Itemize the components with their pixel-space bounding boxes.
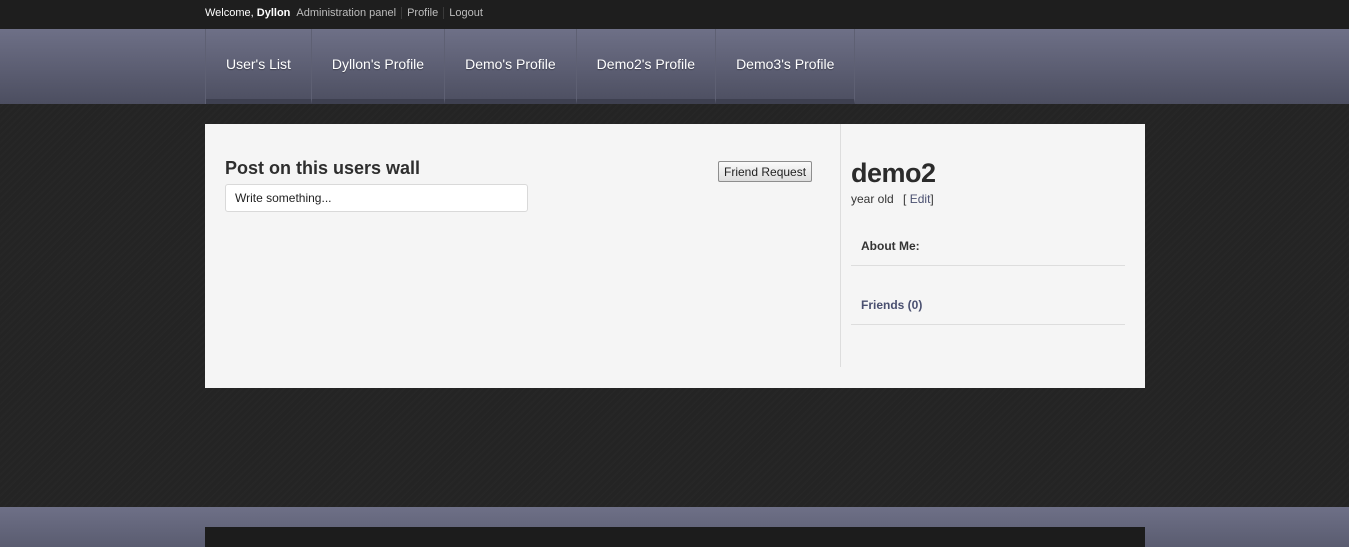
top-bar: Welcome, Dyllon Administration panel Pro…	[0, 0, 1349, 30]
profile-username: demo2	[851, 158, 936, 188]
welcome-username: Dyllon	[256, 7, 291, 19]
edit-wrapper: [ Edit]	[903, 192, 934, 206]
admin-panel-link[interactable]: Administration panel	[290, 7, 401, 19]
nav-demo2-profile[interactable]: Demo2's Profile	[576, 29, 717, 104]
nav-dyllon-profile[interactable]: Dyllon's Profile	[311, 29, 446, 104]
profile-link[interactable]: Profile	[401, 7, 443, 19]
about-me-section: About Me:	[851, 227, 1125, 266]
age-text: year old	[851, 192, 894, 206]
nav-demo-profile[interactable]: Demo's Profile	[445, 29, 577, 104]
profile-sidebar: demo2 year old [ Edit] About Me: Friends…	[851, 158, 1125, 325]
wall-section: Post on this users wall Friend Request	[225, 158, 815, 212]
user-menu: Welcome, Dyllon Administration panel Pro…	[205, 7, 488, 19]
friend-request-button[interactable]: Friend Request	[718, 161, 813, 182]
nav-demo3-profile[interactable]: Demo3's Profile	[716, 29, 856, 104]
footer-panel	[205, 527, 1145, 547]
profile-age: year old [ Edit]	[851, 192, 1125, 206]
edit-profile-link[interactable]: Edit	[910, 192, 931, 206]
main-nav: User's List Dyllon's Profile Demo's Prof…	[205, 29, 856, 104]
nav-band: User's List Dyllon's Profile Demo's Prof…	[0, 29, 1349, 104]
content-panel: Post on this users wall Friend Request d…	[205, 124, 1145, 388]
nav-users-list[interactable]: User's List	[206, 29, 312, 104]
logout-link[interactable]: Logout	[443, 7, 488, 19]
wall-post-input[interactable]	[225, 184, 528, 212]
footer-band	[0, 507, 1349, 547]
friends-section[interactable]: Friends (0)	[851, 286, 1125, 325]
welcome-text: Welcome, Dyllon	[205, 7, 291, 19]
column-divider	[840, 124, 841, 367]
